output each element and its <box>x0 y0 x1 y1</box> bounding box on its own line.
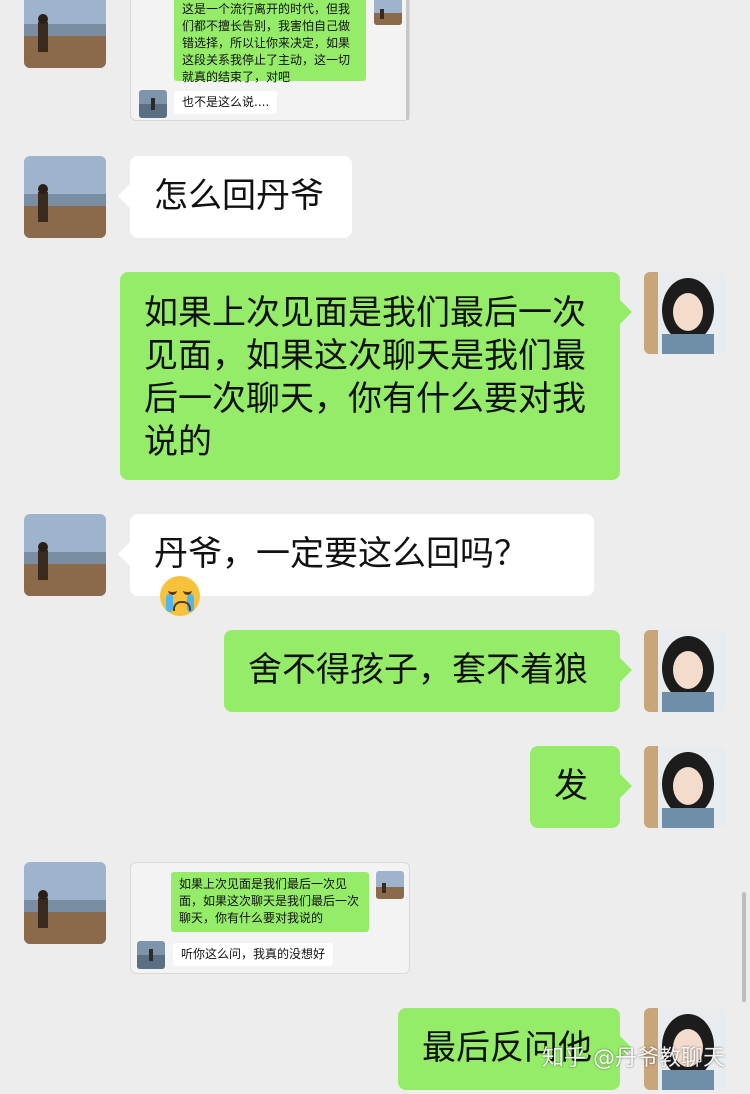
message-text: 如果上次见面是我们最后一次见面，如果这次聊天是我们最后一次聊天，你有什么要对我说… <box>144 293 586 462</box>
quoted-green-message: 这是一个流行离开的时代，但我们都不擅长告别，我害怕自己做错选择，所以让你来决定，… <box>174 0 366 84</box>
outgoing-message-bubble[interactable]: 舍不得孩子，套不着狼 <box>224 630 632 712</box>
message-text: 丹爷，一定要这么回吗？ <box>154 534 528 574</box>
incoming-message-bubble[interactable]: 怎么回丹爷 <box>118 156 352 238</box>
quoted-avatar <box>374 0 402 25</box>
my-avatar[interactable] <box>644 272 726 354</box>
quoted-avatar <box>376 871 404 899</box>
outgoing-message-bubble[interactable]: 发 <box>530 746 632 828</box>
scrollbar[interactable] <box>742 892 746 1002</box>
quoted-white-message: 也不是这么说.... <box>174 91 278 114</box>
crying-face-icon <box>160 576 200 616</box>
message-text: 发 <box>554 766 588 806</box>
contact-avatar[interactable] <box>24 862 106 944</box>
quoted-avatar <box>139 90 167 118</box>
message-text: 舍不得孩子，套不着狼 <box>248 650 588 690</box>
contact-avatar[interactable] <box>24 156 106 238</box>
my-avatar[interactable] <box>644 630 726 712</box>
outgoing-message-bubble[interactable]: 如果上次见面是我们最后一次见面，如果这次聊天是我们最后一次聊天，你有什么要对我说… <box>120 272 632 480</box>
contact-avatar[interactable] <box>24 0 106 68</box>
quoted-avatar <box>137 941 165 969</box>
contact-avatar[interactable] <box>24 514 106 596</box>
quoted-white-message: 听你这么问，我真的没想好 <box>173 943 334 966</box>
my-avatar[interactable] <box>644 746 726 828</box>
chat-screenshot-image[interactable]: 如果上次见面是我们最后一次见面，如果这次聊天是我们最后一次聊天，你有什么要对我说… <box>130 862 410 974</box>
image-edge <box>406 0 409 120</box>
message-text: 怎么回丹爷 <box>154 176 324 216</box>
incoming-message-bubble[interactable]: 丹爷，一定要这么回吗？ <box>118 514 594 616</box>
quoted-green-message: 如果上次见面是我们最后一次见面，如果这次聊天是我们最后一次聊天，你有什么要对我说… <box>171 872 369 932</box>
chat-screenshot-image[interactable]: 这是一个流行离开的时代，但我们都不擅长告别，我害怕自己做错选择，所以让你来决定，… <box>130 0 410 121</box>
watermark: 知乎 @丹爷教聊天 <box>542 1046 725 1071</box>
